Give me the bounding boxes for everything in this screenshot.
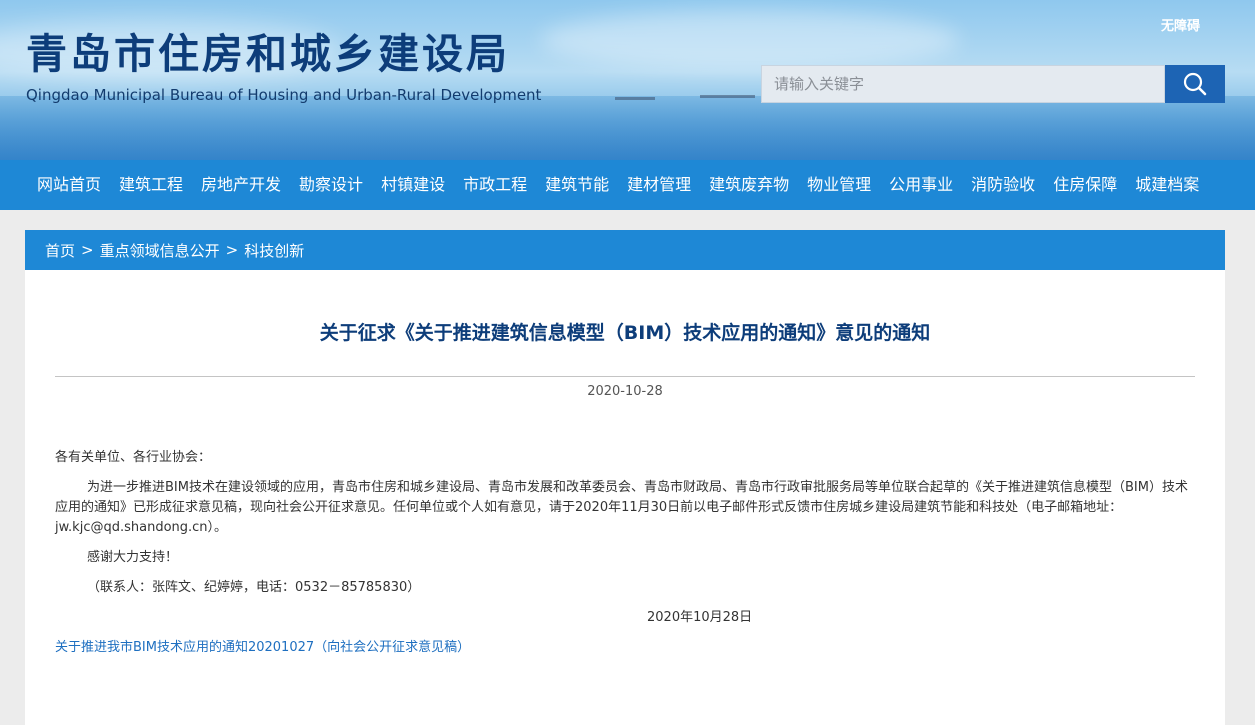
breadcrumb-separator: > [225,241,239,259]
header-cloud [540,10,960,70]
main-nav: 网站首页 建筑工程 房地产开发 勘察设计 村镇建设 市政工程 建筑节能 建材管理… [0,160,1255,210]
header-ship-decoration [615,97,655,100]
article-title: 关于征求《关于推进建筑信息模型（BIM）技术应用的通知》意见的通知 [319,322,931,344]
article-sign-date: 2020年10月28日 [647,610,753,625]
attachment-link-row: 关于推进我市BIM技术应用的通知20201027（向社会公开征求意见稿） [55,638,1195,658]
nav-item-construction-waste[interactable]: 建筑废弃物 [700,160,798,210]
nav-item-survey-design[interactable]: 勘察设计 [290,160,372,210]
nav-item-materials[interactable]: 建材管理 [618,160,700,210]
nav-item-property-management[interactable]: 物业管理 [798,160,880,210]
header-ship-decoration [700,95,755,98]
search-input[interactable] [762,66,1164,102]
breadcrumb-home[interactable]: 首页 [45,240,75,261]
nav-item-urban-archives[interactable]: 城建档案 [1126,160,1208,210]
nav-item-municipal-engineering[interactable]: 市政工程 [454,160,536,210]
site-title-en: Qingdao Municipal Bureau of Housing and … [26,86,542,104]
article-salutation: 各有关单位、各行业协会： [55,450,212,465]
nav-item-village-construction[interactable]: 村镇建设 [372,160,454,210]
nav-item-construction[interactable]: 建筑工程 [110,160,192,210]
article-date: 2020-10-28 [587,384,663,399]
nav-item-home[interactable]: 网站首页 [28,160,110,210]
breadcrumb-tech-innovation[interactable]: 科技创新 [244,240,304,261]
title-divider [55,376,1195,377]
nav-item-housing-security[interactable]: 住房保障 [1044,160,1126,210]
nav-item-real-estate[interactable]: 房地产开发 [192,160,290,210]
site-title-cn[interactable]: 青岛市住房和城乡建设局 [26,34,510,75]
search-box [761,65,1165,103]
accessibility-link[interactable]: 无障碍 [1161,15,1200,34]
main-content: 首页 > 重点领域信息公开 > 科技创新 关于征求《关于推进建筑信息模型（BIM… [25,230,1225,725]
article-contact: （联系人：张阵文、纪婷婷，电话：0532－85785830） [87,580,421,595]
article-body: 各有关单位、各行业协会： 为进一步推进BIM技术在建设领域的应用，青岛市住房和城… [55,448,1195,658]
search-button[interactable] [1165,65,1225,103]
breadcrumb-separator: > [81,241,94,259]
breadcrumb-info-disclosure[interactable]: 重点领域信息公开 [100,240,220,261]
nav-item-fire-acceptance[interactable]: 消防验收 [962,160,1044,210]
site-header: 青岛市住房和城乡建设局 Qingdao Municipal Bureau of … [0,0,1255,160]
attachment-link[interactable]: 关于推进我市BIM技术应用的通知20201027（向社会公开征求意见稿） [55,640,470,655]
article-paragraph: 为进一步推进BIM技术在建设领域的应用，青岛市住房和城乡建设局、青岛市发展和改革… [55,480,1188,535]
nav-item-building-energy[interactable]: 建筑节能 [536,160,618,210]
header-sea-background [0,96,1255,160]
nav-item-public-utilities[interactable]: 公用事业 [880,160,962,210]
search-icon [1183,72,1207,96]
article-thanks: 感谢大力支持！ [87,550,179,565]
breadcrumb: 首页 > 重点领域信息公开 > 科技创新 [25,230,1225,270]
